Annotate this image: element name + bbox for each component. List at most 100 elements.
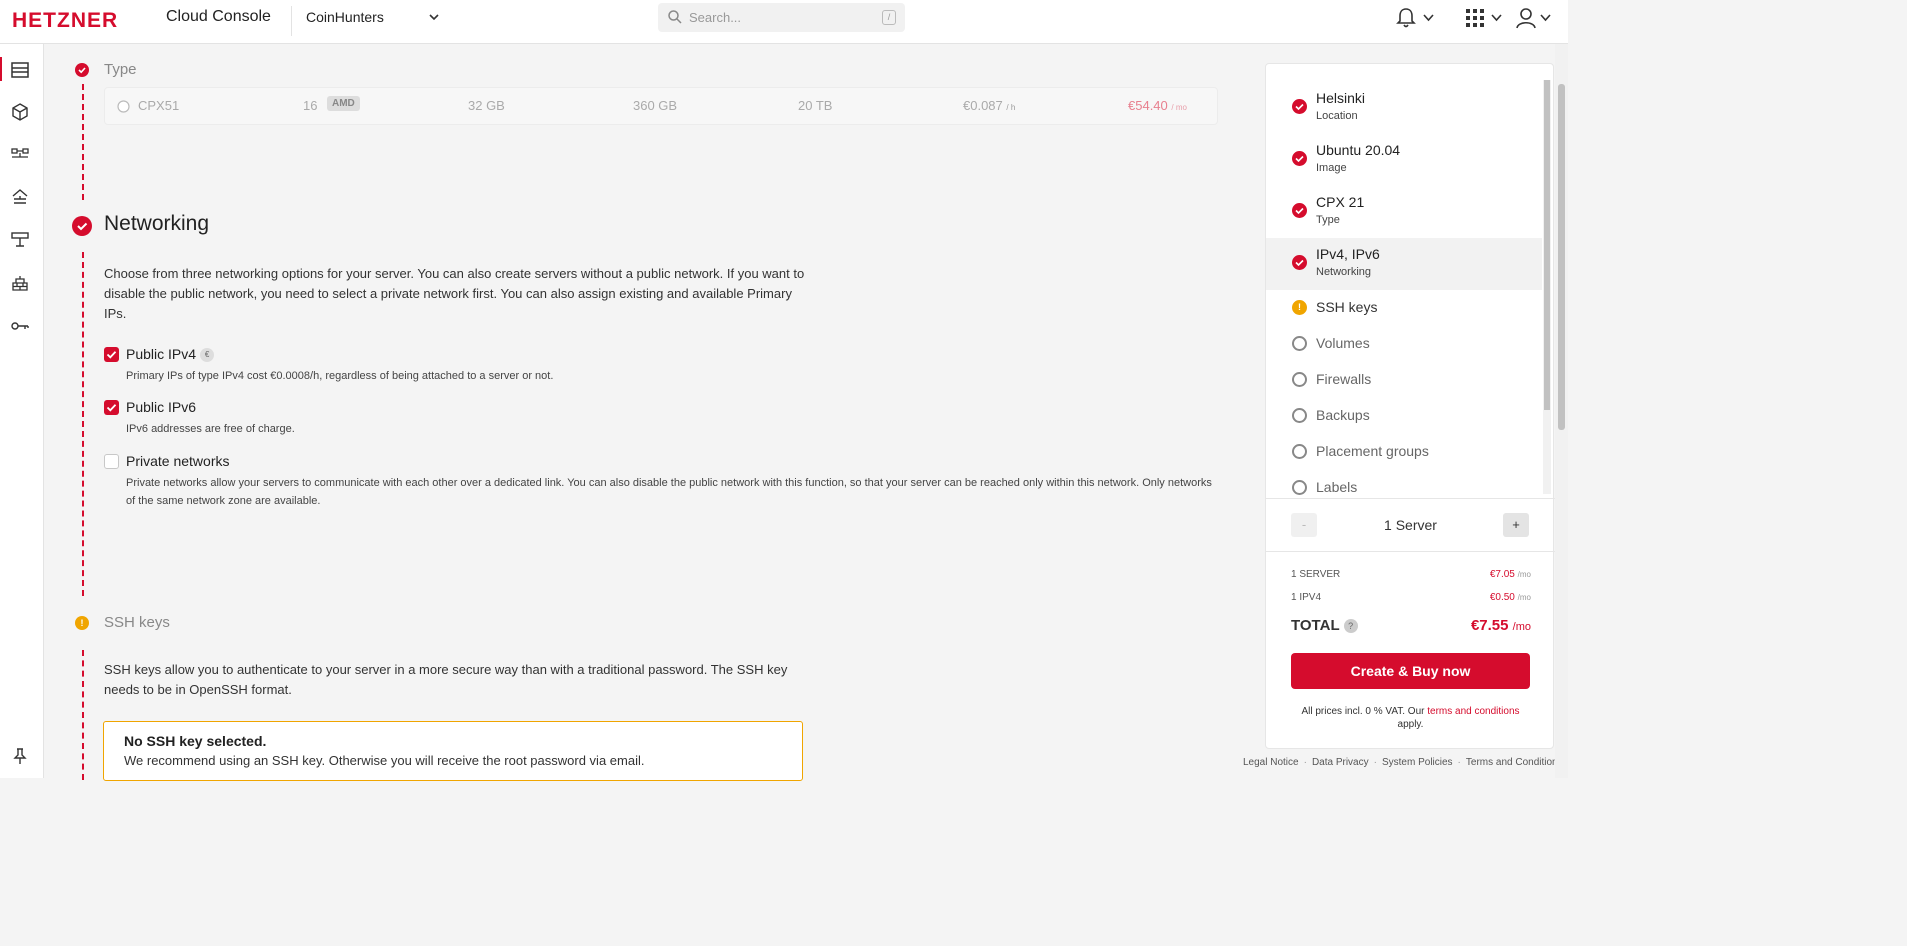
servers-icon[interactable] bbox=[10, 60, 30, 80]
check-circle-icon bbox=[1292, 151, 1307, 166]
header-divider bbox=[291, 6, 292, 36]
ipv4-checkbox[interactable] bbox=[104, 347, 119, 362]
load-balancers-icon[interactable] bbox=[10, 187, 30, 207]
networking-section-title: Networking bbox=[104, 212, 210, 235]
summary-scrollbar[interactable] bbox=[1543, 80, 1551, 494]
cpu-badge: AMD bbox=[327, 96, 360, 111]
divider bbox=[1266, 498, 1555, 499]
sidebar-active-indicator bbox=[0, 57, 2, 81]
summary-item-networking[interactable]: IPv4, IPv6 Networking bbox=[1266, 238, 1542, 290]
server-type-row[interactable]: CPX51 16 AMD 32 GB 360 GB 20 TB €0.087 /… bbox=[104, 87, 1218, 125]
floating-ips-icon[interactable] bbox=[10, 230, 30, 250]
help-icon[interactable]: ? bbox=[1343, 619, 1358, 633]
page-scrollbar-thumb[interactable] bbox=[1558, 84, 1565, 430]
radio-icon[interactable] bbox=[117, 100, 130, 113]
summary-item-backups[interactable]: Backups bbox=[1266, 398, 1542, 434]
terms-link[interactable]: terms and conditions bbox=[1427, 706, 1519, 717]
alert-title: No SSH key selected. bbox=[124, 733, 267, 749]
console-title[interactable]: Cloud Console bbox=[166, 8, 271, 26]
summary-item-title: Volumes bbox=[1316, 335, 1370, 351]
sidebar bbox=[0, 44, 44, 778]
project-selector[interactable]: CoinHunters bbox=[306, 9, 384, 25]
warning-icon: ! bbox=[1292, 300, 1307, 315]
summary-item-title: Backups bbox=[1316, 407, 1370, 423]
ipv4-option[interactable]: Public IPv4 € bbox=[126, 346, 215, 362]
system-policies-link[interactable]: System Policies bbox=[1382, 757, 1453, 768]
summary-item-placement-groups[interactable]: Placement groups bbox=[1266, 434, 1542, 470]
volumes-icon[interactable] bbox=[10, 102, 30, 122]
type-disk: 360 GB bbox=[633, 98, 678, 113]
ipv6-label[interactable]: Public IPv6 bbox=[126, 399, 196, 415]
summary-item-volumes[interactable]: Volumes bbox=[1266, 326, 1542, 362]
increment-button[interactable]: + bbox=[1503, 513, 1529, 537]
user-icon[interactable] bbox=[1516, 7, 1536, 29]
scrollbar-thumb[interactable] bbox=[1544, 80, 1550, 410]
private-networks-label[interactable]: Private networks bbox=[126, 453, 229, 469]
summary-item-labels[interactable]: Labels bbox=[1266, 470, 1542, 497]
summary-item-type[interactable]: CPX 21 Type bbox=[1266, 186, 1542, 238]
ipv6-description: IPv6 addresses are free of charge. bbox=[126, 423, 295, 435]
check-circle-icon bbox=[1292, 203, 1307, 218]
ssh-description: SSH keys allow you to authenticate to yo… bbox=[104, 662, 788, 697]
legal-notice-link[interactable]: Legal Notice bbox=[1243, 757, 1299, 768]
summary-item-sub: Type bbox=[1316, 214, 1340, 226]
networks-icon[interactable] bbox=[10, 144, 30, 164]
summary-item-title: IPv4, IPv6 bbox=[1316, 246, 1380, 262]
empty-circle-icon bbox=[1292, 408, 1307, 423]
chevron-down-icon[interactable] bbox=[1423, 13, 1434, 23]
price-line-ipv4: 1 IPV4 €0.50 /mo bbox=[1291, 592, 1531, 603]
data-privacy-link[interactable]: Data Privacy bbox=[1312, 757, 1369, 768]
order-summary-panel: Helsinki Location Ubuntu 20.04 Image CPX… bbox=[1265, 63, 1555, 749]
summary-item-location[interactable]: Helsinki Location bbox=[1266, 82, 1542, 134]
empty-circle-icon bbox=[1292, 372, 1307, 387]
summary-item-image[interactable]: Ubuntu 20.04 Image bbox=[1266, 134, 1542, 186]
divider bbox=[1266, 551, 1555, 552]
chevron-down-icon[interactable] bbox=[1491, 13, 1502, 23]
pin-icon[interactable] bbox=[10, 746, 30, 766]
summary-item-title: Placement groups bbox=[1316, 443, 1429, 459]
private-networks-checkbox[interactable] bbox=[104, 454, 119, 469]
type-vcpu: 16 bbox=[303, 98, 318, 113]
key-icon[interactable] bbox=[10, 316, 30, 336]
search-box[interactable]: Search... / bbox=[658, 3, 905, 32]
terms-conditions-link[interactable]: Terms and Conditions bbox=[1466, 757, 1563, 768]
summary-item-title: CPX 21 bbox=[1316, 194, 1365, 210]
summary-item-title: Helsinki bbox=[1316, 90, 1366, 106]
firewalls-icon[interactable] bbox=[10, 273, 30, 293]
type-price-monthly: €54.40 / mo bbox=[1128, 98, 1187, 113]
ipv6-checkbox[interactable] bbox=[104, 400, 119, 415]
check-circle-icon bbox=[1292, 255, 1307, 270]
step-connector bbox=[82, 252, 84, 596]
chevron-down-icon[interactable] bbox=[1540, 13, 1551, 23]
type-name: CPX51 bbox=[138, 98, 180, 113]
summary-item-title: Firewalls bbox=[1316, 371, 1372, 387]
footer-links: Legal Notice · Data Privacy · System Policie… bbox=[1243, 757, 1563, 768]
empty-circle-icon bbox=[1292, 336, 1307, 351]
total-value: €7.55 /mo bbox=[1470, 617, 1531, 634]
search-input[interactable]: Search... bbox=[689, 10, 741, 25]
summary-item-firewalls[interactable]: Firewalls bbox=[1266, 362, 1542, 398]
search-icon bbox=[668, 10, 682, 24]
bell-icon[interactable] bbox=[1396, 7, 1416, 29]
price-line-value: €7.05 /mo bbox=[1489, 569, 1531, 580]
step-connector bbox=[82, 650, 84, 780]
price-line-label: 1 IPV4 bbox=[1291, 592, 1322, 603]
page-scrollbar[interactable] bbox=[1555, 44, 1568, 778]
vat-note: All prices incl. 0 % VAT. Our terms and … bbox=[1301, 706, 1520, 730]
empty-circle-icon bbox=[1292, 480, 1307, 495]
search-shortcut-key: / bbox=[882, 10, 896, 25]
create-buy-button[interactable]: Create & Buy now bbox=[1291, 653, 1530, 689]
chevron-down-icon[interactable] bbox=[428, 11, 440, 23]
summary-item-sub: Networking bbox=[1316, 266, 1372, 278]
networking-description: Choose from three networking options for… bbox=[104, 266, 805, 321]
euro-badge-icon: € bbox=[200, 348, 215, 362]
price-line-server: 1 SERVER €7.05 /mo bbox=[1291, 569, 1531, 580]
price-line-value: €0.50 /mo bbox=[1489, 592, 1531, 603]
top-bar: HETZNER Cloud Console CoinHunters Search… bbox=[0, 0, 1568, 44]
hetzner-logo[interactable]: HETZNER bbox=[12, 9, 118, 33]
summary-item-title: Labels bbox=[1316, 479, 1358, 495]
type-ram: 32 GB bbox=[468, 98, 505, 113]
apps-grid-icon[interactable] bbox=[1466, 9, 1484, 27]
summary-item-ssh-keys[interactable]: ! SSH keys bbox=[1266, 290, 1542, 326]
type-section-title: Type bbox=[104, 61, 137, 78]
